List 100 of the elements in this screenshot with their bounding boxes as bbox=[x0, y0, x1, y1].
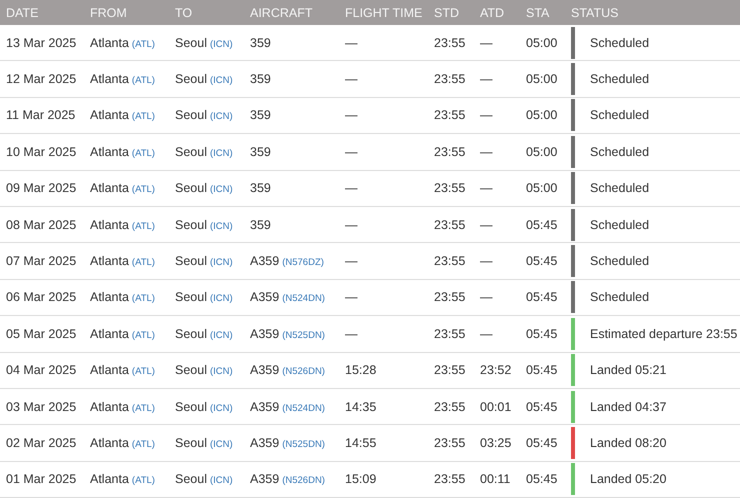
origin-cell: Atlanta (ATL) bbox=[90, 218, 155, 232]
status-cell: Landed 05:21 bbox=[590, 363, 666, 378]
flight-time-cell: 14:55 bbox=[345, 436, 376, 450]
atd-cell: 23:52 bbox=[480, 363, 512, 378]
origin-cell: Atlanta (ATL) bbox=[90, 36, 155, 50]
status-cell: Scheduled bbox=[590, 108, 650, 122]
status-cell: Scheduled bbox=[590, 72, 650, 86]
date-cell: 04 Mar 2025 bbox=[6, 363, 76, 378]
aircraft-cell: A359 (N526DN) bbox=[250, 363, 325, 378]
date-cell: 09 Mar 2025 bbox=[6, 181, 76, 196]
column-header: FROM bbox=[84, 0, 169, 25]
destination-cell: Seoul (ICN) bbox=[175, 254, 233, 268]
atd-cell: 03:25 bbox=[480, 436, 512, 450]
std-cell: 23:55 bbox=[434, 363, 466, 378]
destination-cell: Seoul (ICN) bbox=[175, 400, 233, 414]
sta-cell: 05:00 bbox=[526, 181, 558, 196]
aircraft-cell: A359 (N525DN) bbox=[250, 436, 325, 450]
flight-time-cell: — bbox=[345, 218, 358, 232]
origin-cell: Atlanta (ATL) bbox=[90, 436, 155, 450]
aircraft-cell: 359 bbox=[250, 218, 271, 232]
status-cell: Scheduled bbox=[590, 290, 650, 304]
origin-cell: Atlanta (ATL) bbox=[90, 181, 155, 196]
atd-cell: — bbox=[480, 254, 492, 268]
flight-time-cell: 15:28 bbox=[345, 363, 376, 378]
atd-cell: — bbox=[480, 218, 492, 232]
destination-cell: Seoul (ICN) bbox=[175, 36, 233, 50]
destination-cell: Seoul (ICN) bbox=[175, 144, 233, 159]
sta-cell: 05:45 bbox=[526, 472, 558, 486]
date-cell: 01 Mar 2025 bbox=[6, 472, 76, 486]
std-cell: 23:55 bbox=[434, 290, 466, 304]
aircraft-cell: A359 (N524DN) bbox=[250, 290, 325, 304]
atd-cell: — bbox=[480, 36, 492, 50]
sta-cell: 05:00 bbox=[526, 36, 558, 50]
flight-time-cell: 15:09 bbox=[345, 472, 376, 486]
origin-cell: Atlanta (ATL) bbox=[90, 108, 155, 122]
destination-cell: Seoul (ICN) bbox=[175, 108, 233, 122]
status-cell: Scheduled bbox=[590, 218, 650, 232]
destination-cell: Seoul (ICN) bbox=[175, 472, 233, 486]
status-cell: Landed 08:20 bbox=[590, 436, 666, 450]
aircraft-cell: 359 bbox=[250, 144, 271, 159]
atd-cell: — bbox=[480, 144, 492, 159]
std-cell: 23:55 bbox=[434, 400, 466, 414]
status-cell: Scheduled bbox=[590, 36, 650, 50]
column-header: STATUS bbox=[565, 0, 740, 25]
aircraft-cell: A359 (N525DN) bbox=[250, 326, 325, 341]
date-cell: 05 Mar 2025 bbox=[6, 326, 76, 341]
date-cell: 12 Mar 2025 bbox=[6, 72, 76, 86]
origin-cell: Atlanta (ATL) bbox=[90, 144, 155, 159]
std-cell: 23:55 bbox=[434, 144, 466, 159]
date-cell: 10 Mar 2025 bbox=[6, 144, 76, 159]
flight-time-cell: 14:35 bbox=[345, 400, 376, 414]
column-header: STD bbox=[428, 0, 474, 25]
sta-cell: 05:45 bbox=[526, 363, 558, 378]
origin-cell: Atlanta (ATL) bbox=[90, 290, 155, 304]
sta-cell: 05:00 bbox=[526, 144, 558, 159]
destination-cell: Seoul (ICN) bbox=[175, 290, 233, 304]
origin-cell: Atlanta (ATL) bbox=[90, 472, 155, 486]
atd-cell: — bbox=[480, 72, 492, 86]
flight-time-cell: — bbox=[345, 108, 358, 122]
sta-cell: 05:45 bbox=[526, 290, 558, 304]
sta-cell: 05:45 bbox=[526, 400, 558, 414]
flight-time-cell: — bbox=[345, 326, 358, 341]
column-header: TO bbox=[169, 0, 244, 25]
aircraft-cell: A359 (N526DN) bbox=[250, 472, 325, 486]
aircraft-cell: A359 (N524DN) bbox=[250, 400, 325, 414]
atd-cell: 00:11 bbox=[480, 472, 510, 486]
std-cell: 23:55 bbox=[434, 36, 466, 50]
aircraft-cell: 359 bbox=[250, 36, 271, 50]
status-cell: Landed 05:20 bbox=[590, 472, 666, 486]
std-cell: 23:55 bbox=[434, 218, 466, 232]
date-cell: 06 Mar 2025 bbox=[6, 290, 76, 304]
date-cell: 07 Mar 2025 bbox=[6, 254, 76, 268]
std-cell: 23:55 bbox=[434, 72, 466, 86]
std-cell: 23:55 bbox=[434, 254, 466, 268]
aircraft-cell: A359 (N576DZ) bbox=[250, 254, 324, 268]
date-cell: 13 Mar 2025 bbox=[6, 36, 76, 50]
sta-cell: 05:00 bbox=[526, 108, 558, 122]
column-header: AIRCRAFT bbox=[244, 0, 339, 25]
destination-cell: Seoul (ICN) bbox=[175, 72, 233, 86]
atd-cell: — bbox=[480, 181, 492, 196]
std-cell: 23:55 bbox=[434, 326, 466, 341]
flight-time-cell: — bbox=[345, 36, 358, 50]
date-cell: 08 Mar 2025 bbox=[6, 218, 76, 232]
std-cell: 23:55 bbox=[434, 108, 466, 122]
sta-cell: 05:45 bbox=[526, 218, 558, 232]
atd-cell: — bbox=[480, 326, 492, 341]
destination-cell: Seoul (ICN) bbox=[175, 363, 233, 378]
status-cell: Estimated departure 23:55 bbox=[590, 326, 738, 341]
status-cell: Scheduled bbox=[590, 254, 650, 268]
atd-cell: — bbox=[480, 108, 492, 122]
status-cell: Scheduled bbox=[590, 181, 650, 196]
origin-cell: Atlanta (ATL) bbox=[90, 254, 155, 268]
atd-cell: — bbox=[480, 290, 492, 304]
date-cell: 11 Mar 2025 bbox=[6, 108, 76, 122]
origin-cell: Atlanta (ATL) bbox=[90, 363, 155, 378]
origin-cell: Atlanta (ATL) bbox=[90, 400, 155, 414]
status-cell: Landed 04:37 bbox=[590, 400, 666, 414]
sta-cell: 05:45 bbox=[526, 254, 558, 268]
status-cell: Scheduled bbox=[590, 144, 650, 159]
destination-cell: Seoul (ICN) bbox=[175, 181, 233, 196]
